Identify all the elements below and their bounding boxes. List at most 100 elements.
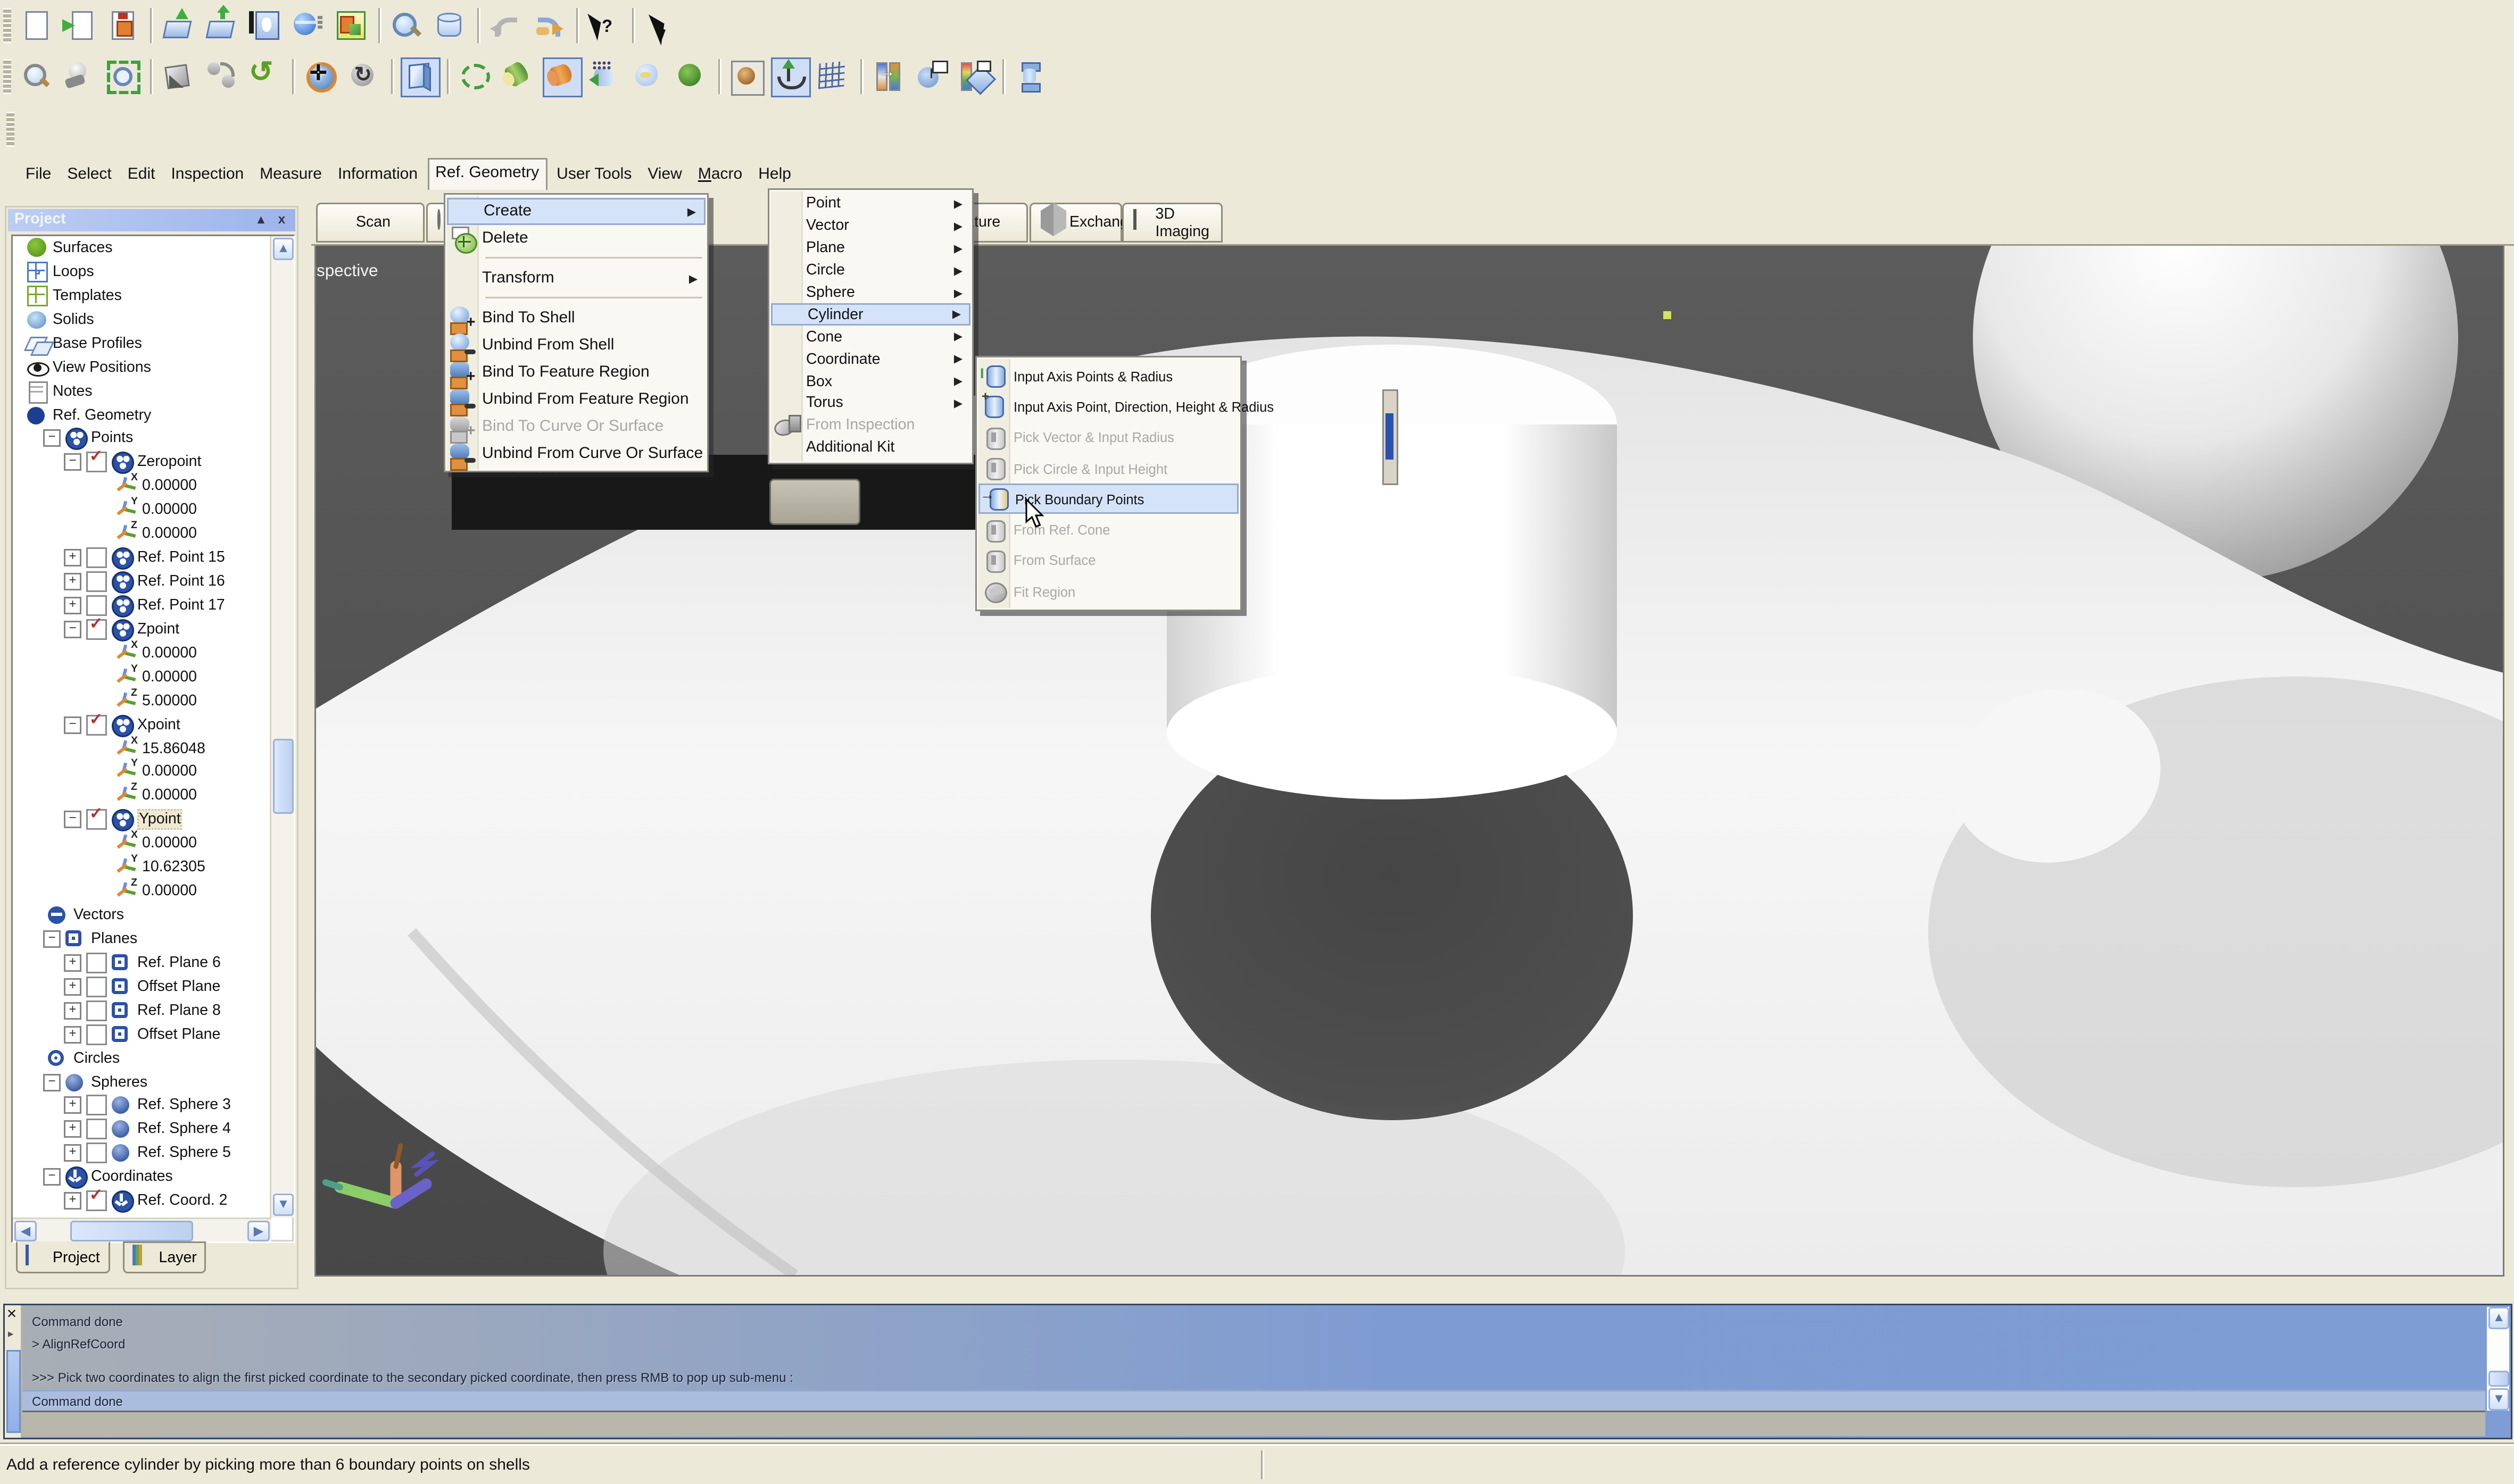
open-folder-button[interactable]	[160, 6, 200, 46]
tree-item-solids[interactable]: Solids	[13, 307, 270, 331]
checkbox-unchecked[interactable]	[86, 595, 107, 616]
collapse-icon[interactable]: −	[64, 811, 81, 829]
tree-item-ref-plane-8[interactable]: +Ref. Plane 8	[13, 998, 270, 1022]
tree-item-spheres[interactable]: −Spheres	[13, 1070, 270, 1094]
menu-macro[interactable]: Macro	[692, 161, 749, 188]
project-panel-titlebar[interactable]: Project ▴ x	[8, 209, 295, 231]
expand-icon[interactable]: +	[64, 1145, 81, 1162]
tree-item-ref-sphere-4[interactable]: +Ref. Sphere 4	[13, 1118, 270, 1141]
colorbar-swap-button[interactable]: →	[870, 57, 910, 97]
pin-panel-icon[interactable]: ▴	[252, 212, 270, 228]
menu-user-tools[interactable]: User Tools	[550, 161, 638, 188]
tree-item-coordinates[interactable]: −Coordinates	[13, 1165, 270, 1189]
tree-item-ref-sphere-5[interactable]: +Ref. Sphere 5	[13, 1141, 270, 1165]
menu-select[interactable]: Select	[61, 161, 118, 188]
menu-view[interactable]: View	[641, 161, 688, 188]
tree-value-Y[interactable]: Y0.00000	[13, 760, 270, 784]
object-info-button[interactable]	[246, 6, 286, 46]
console-scroll-thumb[interactable]	[2488, 1371, 2509, 1387]
scroll-right-icon[interactable]: ▶	[247, 1221, 270, 1241]
tree-value-Z[interactable]: Z0.00000	[13, 522, 270, 546]
menu-item-additional-kit[interactable]: Additional Kit	[771, 437, 970, 459]
menu-item-circle[interactable]: Circle▶	[771, 260, 970, 282]
tree-item-ypoint[interactable]: −✓Ypoint	[13, 808, 270, 832]
tree-item-ref-point-17[interactable]: +Ref. Point 17	[13, 594, 270, 618]
checkbox-unchecked[interactable]	[86, 976, 107, 997]
expand-icon[interactable]: +	[64, 1121, 81, 1138]
magnify-hand-button[interactable]	[61, 57, 101, 97]
panel-tab-layer[interactable]: Layer	[122, 1241, 206, 1273]
menu-item-input-axis-points-radius[interactable]: IInput Axis Points & Radius	[978, 361, 1239, 391]
expand-icon[interactable]: +	[64, 978, 81, 995]
magnify-button[interactable]	[18, 57, 57, 97]
tree-item-view-positions[interactable]: View Positions	[13, 355, 270, 379]
tree-value-X[interactable]: X15.86048	[13, 737, 270, 761]
orbit-sphere-button[interactable]: ↻	[345, 57, 385, 97]
expand-icon[interactable]: +	[64, 549, 81, 566]
tree-value-Z[interactable]: Z5.00000	[13, 689, 270, 713]
toolbar-grip[interactable]	[6, 112, 14, 147]
menu-item-box[interactable]: Box▶	[771, 370, 970, 393]
pan-globe-button[interactable]: ✛	[302, 57, 342, 97]
checkbox-unchecked[interactable]	[86, 1143, 107, 1164]
menu-item-unbind-from-curve-or-surface[interactable]: Unbind From Curve Or Surface	[447, 440, 706, 468]
scroll-left-icon[interactable]: ◀	[14, 1221, 37, 1241]
menu-item-sphere[interactable]: Sphere▶	[771, 282, 970, 304]
tree-item-surfaces[interactable]: Surfaces	[13, 236, 270, 260]
expand-icon[interactable]: +	[64, 954, 81, 972]
collapse-icon[interactable]: −	[43, 430, 61, 447]
checkbox-unchecked[interactable]	[86, 547, 107, 568]
tree-item-zeropoint[interactable]: −✓Zeropoint	[13, 451, 270, 474]
green-sphere-button[interactable]	[672, 57, 712, 97]
redo-button[interactable]	[530, 6, 570, 46]
rotate-views-button[interactable]	[203, 57, 243, 97]
menu-item-input-axis-point-direction-height-radius[interactable]: +Input Axis Point, Direction, Height & R…	[978, 391, 1239, 422]
menu-help[interactable]: Help	[752, 161, 798, 188]
capture-image-button[interactable]	[332, 6, 372, 46]
menu-ref-geometry[interactable]: Ref. Geometry	[427, 158, 547, 190]
save-file-button[interactable]	[104, 6, 144, 46]
toolbar-grip[interactable]	[3, 59, 11, 94]
checkbox-checked[interactable]: ✓	[86, 619, 107, 640]
web-browser-button[interactable]	[289, 6, 329, 46]
zoom-window-button[interactable]	[104, 57, 144, 97]
tree-item-loops[interactable]: Loops	[13, 260, 270, 284]
close-console-icon[interactable]: ✕	[6, 1307, 17, 1321]
menu-item-pick-boundary-points[interactable]: →Pick Boundary Points	[978, 484, 1239, 515]
green-cylinder-button[interactable]	[500, 57, 540, 97]
menu-inspection[interactable]: Inspection	[164, 161, 250, 188]
scroll-down-icon[interactable]: ▼	[273, 1194, 294, 1216]
menu-item-vector[interactable]: Vector▶	[771, 215, 970, 238]
mesh-grid-button[interactable]	[814, 57, 854, 97]
tree-item-xpoint[interactable]: −✓Xpoint	[13, 713, 270, 737]
menu-item-bind-to-feature-region[interactable]: +Bind To Feature Region	[447, 359, 706, 386]
checkbox-unchecked[interactable]	[86, 1119, 107, 1140]
tree-item-planes[interactable]: −Planes	[13, 927, 270, 951]
close-panel-icon[interactable]: x	[273, 212, 291, 228]
tree-item-notes[interactable]: Notes	[13, 379, 270, 403]
import-file-button[interactable]	[61, 6, 101, 46]
tree-item-base-profiles[interactable]: Base Profiles	[13, 331, 270, 355]
export-folder-button[interactable]	[203, 6, 243, 46]
checkbox-unchecked[interactable]	[86, 1024, 107, 1045]
menu-item-cylinder[interactable]: Cylinder▶	[771, 304, 970, 326]
menu-item-bind-to-shell[interactable]: +Bind To Shell	[447, 305, 706, 332]
expand-icon[interactable]: +	[64, 573, 81, 590]
flag-sphere-button[interactable]	[913, 57, 953, 97]
menu-item-coordinate[interactable]: Coordinate▶	[771, 348, 970, 371]
smooth-blob-button[interactable]	[629, 57, 669, 97]
toolbar-grip[interactable]	[3, 8, 11, 43]
tree-item-ref-geometry[interactable]: Ref. Geometry	[13, 403, 270, 427]
zoom-object-button[interactable]	[388, 6, 428, 46]
tree-value-Z[interactable]: Z0.00000	[13, 879, 270, 903]
shaded-box-button[interactable]	[401, 57, 441, 97]
expand-icon[interactable]: +	[64, 1193, 81, 1210]
tree-item-offset-plane[interactable]: +Offset Plane	[13, 1022, 270, 1046]
dashed-region-button[interactable]	[457, 57, 496, 97]
tree-item-templates[interactable]: Templates	[13, 284, 270, 308]
checkbox-unchecked[interactable]	[86, 571, 107, 592]
expand-icon[interactable]: +	[64, 1002, 81, 1019]
orange-cylinder-button[interactable]	[543, 57, 583, 97]
menu-item-transform[interactable]: Transform▶	[447, 265, 706, 292]
checkbox-checked[interactable]: ✓	[86, 810, 107, 830]
